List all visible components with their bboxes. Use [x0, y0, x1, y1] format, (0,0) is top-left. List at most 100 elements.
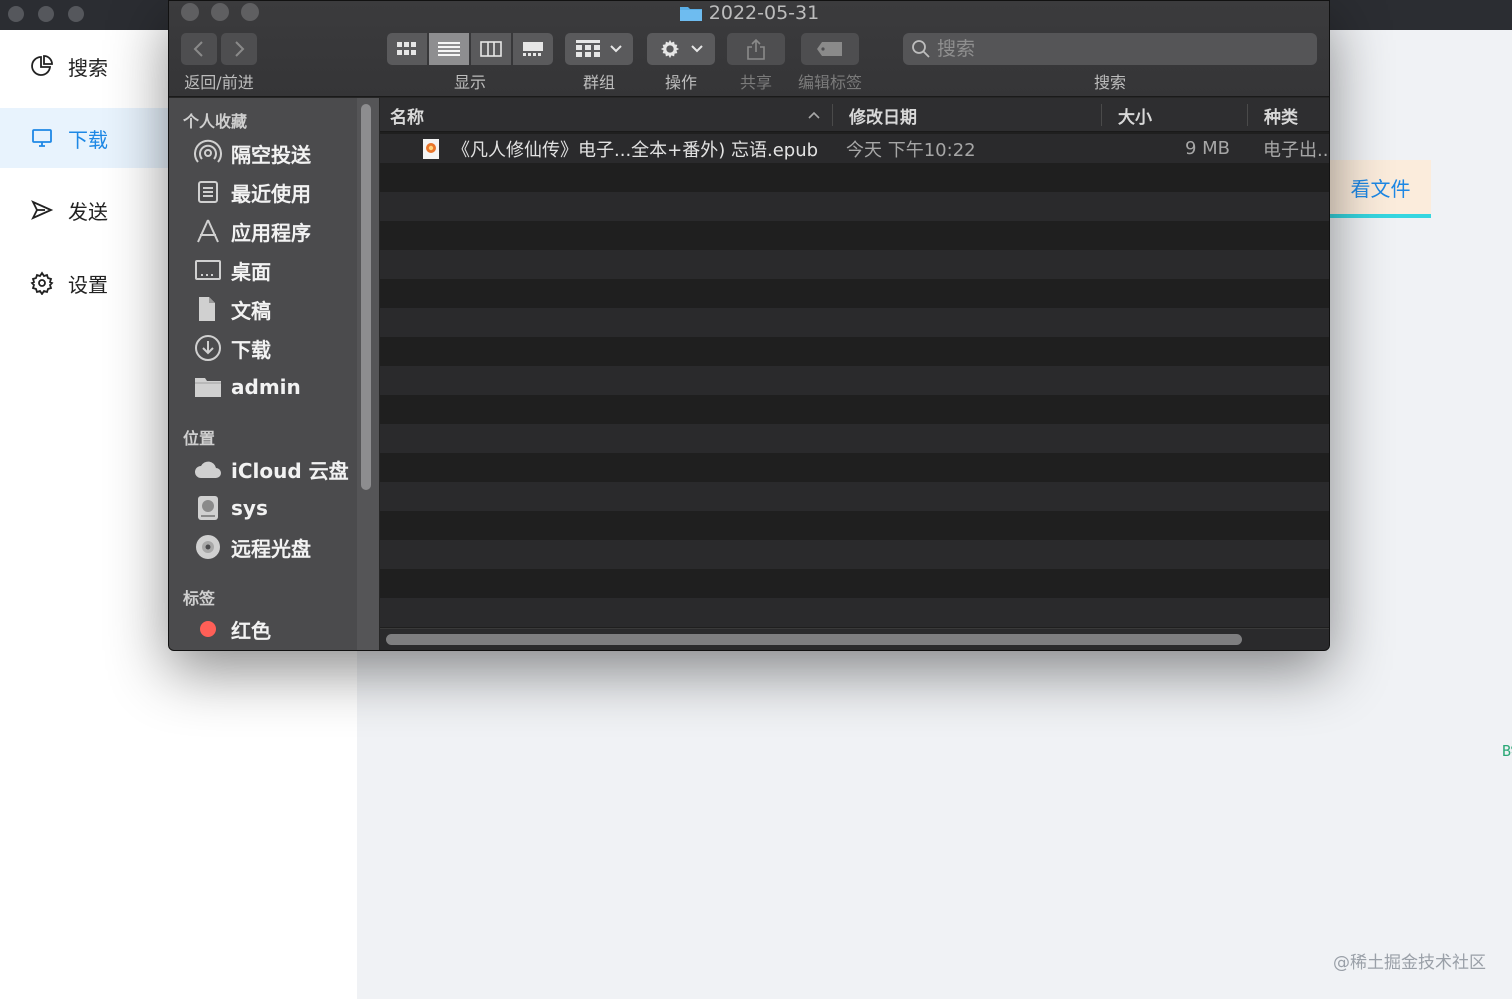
- sidebar-item-admin[interactable]: admin: [193, 370, 363, 404]
- empty-row: [380, 453, 1329, 482]
- group-label: 群组: [582, 73, 615, 92]
- app-close-button[interactable]: [8, 6, 24, 22]
- column-separator[interactable]: [832, 104, 833, 126]
- sidebar-item-label: 红色: [231, 618, 271, 643]
- column-separator[interactable]: [1101, 104, 1102, 126]
- share-icon: [747, 38, 765, 60]
- nav-item-label: 设置: [68, 272, 108, 297]
- favorites-section-title: 个人收藏: [183, 112, 248, 131]
- watermark: @稀土掘金技术社区: [1333, 953, 1486, 973]
- search-label: 搜索: [1093, 73, 1126, 92]
- action-button[interactable]: [647, 33, 715, 65]
- empty-row: [380, 511, 1329, 540]
- sidebar-item-label: 最近使用: [231, 181, 311, 206]
- column-header-size[interactable]: 大小: [1118, 98, 1246, 132]
- sidebar-item-label: 远程光盘: [231, 536, 311, 561]
- view-label: 显示: [453, 73, 486, 92]
- forward-button[interactable]: [221, 33, 257, 65]
- edge-code-text: B%d: [1502, 742, 1512, 760]
- edit-tags-label: 编辑标签: [797, 73, 862, 92]
- horizontal-scrollbar[interactable]: [386, 634, 1242, 645]
- empty-row: [380, 569, 1329, 598]
- monitor-icon: [32, 129, 52, 147]
- column-header-kind-label: 种类: [1264, 107, 1298, 128]
- icon-view-button[interactable]: [387, 33, 427, 65]
- column-separator[interactable]: [1247, 104, 1248, 126]
- empty-row: [380, 308, 1329, 337]
- sidebar-item-label: 桌面: [231, 259, 271, 284]
- column-view-button[interactable]: [471, 33, 511, 65]
- sidebar-item-airdrop[interactable]: 隔空投送: [193, 136, 363, 170]
- sidebar-item-recents[interactable]: 最近使用: [193, 175, 363, 209]
- grid-icon: [397, 42, 416, 55]
- download-icon: [193, 333, 223, 363]
- search-input[interactable]: [937, 38, 1297, 60]
- back-button[interactable]: [181, 33, 217, 65]
- empty-row: [380, 250, 1329, 279]
- table-row[interactable]: 《凡人修仙传》电子...全本+番外) 忘语.epub 今天 下午10:22 9 …: [380, 134, 1329, 163]
- sidebar-item-label: 应用程序: [231, 220, 311, 245]
- sidebar-item-remote-disc[interactable]: 远程光盘: [193, 530, 363, 564]
- sidebar-item-label: iCloud 云盘: [231, 458, 349, 483]
- tags-section-title: 标签: [183, 589, 216, 608]
- gear-icon: [660, 39, 680, 59]
- empty-row: [380, 279, 1329, 308]
- app-zoom-button[interactable]: [68, 6, 84, 22]
- empty-row: [380, 366, 1329, 395]
- folder-icon: [193, 372, 223, 402]
- empty-row: [380, 163, 1329, 192]
- file-name: 《凡人修仙传》电子...全本+番外) 忘语.epub: [452, 139, 819, 161]
- column-header-name-label: 名称: [390, 107, 424, 128]
- recents-icon: [193, 177, 223, 207]
- columns-icon: [480, 41, 502, 57]
- sidebar-item-tag-red[interactable]: 红色: [193, 612, 363, 646]
- group-button[interactable]: [565, 33, 633, 65]
- finder-sidebar: 个人收藏 隔空投送 最近使用 应用程序 桌面 文稿 下载 admin 位置 iC…: [169, 98, 379, 650]
- back-forward-label: 返回/前进: [184, 73, 254, 92]
- locations-section-title: 位置: [183, 429, 216, 448]
- sidebar-item-sys[interactable]: sys: [193, 491, 363, 525]
- empty-row: [380, 192, 1329, 221]
- app-minimize-button[interactable]: [38, 6, 54, 22]
- chevron-down-icon: [610, 45, 622, 53]
- edit-tags-button[interactable]: [801, 33, 859, 65]
- sidebar-item-label: 文稿: [231, 298, 271, 323]
- cloud-icon: [193, 454, 223, 484]
- sidebar-item-label: sys: [231, 496, 268, 520]
- column-header-kind[interactable]: 种类: [1264, 98, 1328, 132]
- nav-item-label: 搜索: [68, 55, 108, 80]
- finder-toolbar: 2022-05-31 返回/前进 显示 群组 操作 共享 编辑标签 搜索 搜索: [169, 1, 1329, 97]
- file-kind: 电子出...: [1263, 139, 1329, 161]
- gear-icon: [30, 271, 54, 295]
- epub-file-icon: [422, 134, 440, 163]
- sidebar-item-downloads[interactable]: 下载: [193, 331, 363, 365]
- nav-item-label: 下载: [68, 127, 108, 152]
- nav-item-label: 发送: [68, 199, 108, 224]
- list-view-button[interactable]: [429, 33, 469, 65]
- list-header: 名称 修改日期 大小 种类: [380, 98, 1329, 132]
- sidebar-item-applications[interactable]: 应用程序: [193, 214, 363, 248]
- column-header-name[interactable]: 名称: [390, 98, 830, 132]
- sidebar-item-label: 下载: [231, 337, 271, 362]
- group-icon: [576, 40, 600, 57]
- documents-icon: [193, 294, 223, 324]
- airdrop-icon: [193, 138, 223, 168]
- optical-disc-icon: [193, 532, 223, 562]
- sidebar-item-documents[interactable]: 文稿: [193, 292, 363, 326]
- share-button[interactable]: [727, 33, 785, 65]
- empty-row: [380, 598, 1329, 627]
- gallery-view-button[interactable]: [513, 33, 553, 65]
- window-title-text: 2022-05-31: [708, 2, 820, 24]
- empty-row: [380, 221, 1329, 250]
- share-label: 共享: [739, 73, 772, 92]
- empty-row: [380, 395, 1329, 424]
- pie-chart-icon: [31, 55, 53, 76]
- empty-row: [380, 540, 1329, 569]
- chevron-right-icon: [235, 41, 245, 57]
- tag-icon: [817, 42, 842, 56]
- search-field[interactable]: [903, 33, 1317, 65]
- column-header-date[interactable]: 修改日期: [849, 98, 1099, 132]
- sidebar-item-desktop[interactable]: 桌面: [193, 253, 363, 287]
- sidebar-item-icloud[interactable]: iCloud 云盘: [193, 452, 363, 486]
- finder-window: 2022-05-31 返回/前进 显示 群组 操作 共享 编辑标签 搜索 搜索 …: [168, 0, 1330, 651]
